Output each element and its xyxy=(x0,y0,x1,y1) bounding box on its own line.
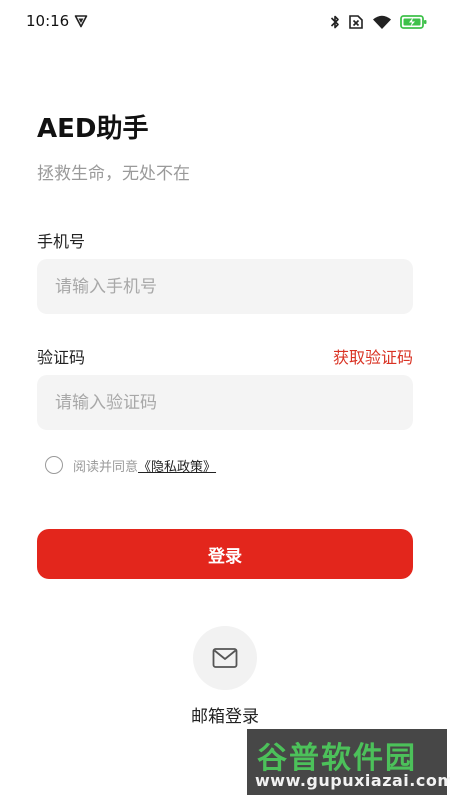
app-title: AED助手 xyxy=(37,114,149,144)
no-sim-icon xyxy=(349,15,363,29)
app-slogan: 拯救生命，无处不在 xyxy=(37,164,190,184)
app-shield-icon xyxy=(74,15,88,28)
code-label: 验证码 xyxy=(37,348,86,367)
agree-text: 阅读并同意 xyxy=(73,459,139,475)
agree-checkbox[interactable] xyxy=(45,456,63,474)
watermark: 谷普软件园 www.gupuxiazai.com xyxy=(247,729,450,795)
email-login-label: 邮箱登录 xyxy=(191,707,259,727)
phone-input[interactable] xyxy=(37,259,413,314)
status-bar: 10:16 xyxy=(0,0,450,44)
privacy-policy-link[interactable]: 《隐私政策》 xyxy=(138,456,216,475)
phone-label: 手机号 xyxy=(37,232,86,251)
bluetooth-icon xyxy=(330,15,339,29)
code-input[interactable] xyxy=(37,375,413,430)
mail-icon xyxy=(212,648,238,668)
phone-field[interactable] xyxy=(37,259,413,314)
battery-charging-icon xyxy=(400,15,427,29)
email-login-button[interactable]: 邮箱登录 xyxy=(185,626,265,727)
agreement-row: 阅读并同意 《隐私政策》 xyxy=(45,455,216,475)
login-button[interactable]: 登录 xyxy=(37,529,413,579)
get-code-button[interactable]: 获取验证码 xyxy=(333,344,413,368)
code-field[interactable] xyxy=(37,375,413,430)
watermark-url: www.gupuxiazai.com xyxy=(255,771,450,790)
status-time: 10:16 xyxy=(26,12,70,30)
status-icons xyxy=(330,12,428,32)
wifi-icon xyxy=(373,15,391,29)
email-circle[interactable] xyxy=(193,626,257,690)
